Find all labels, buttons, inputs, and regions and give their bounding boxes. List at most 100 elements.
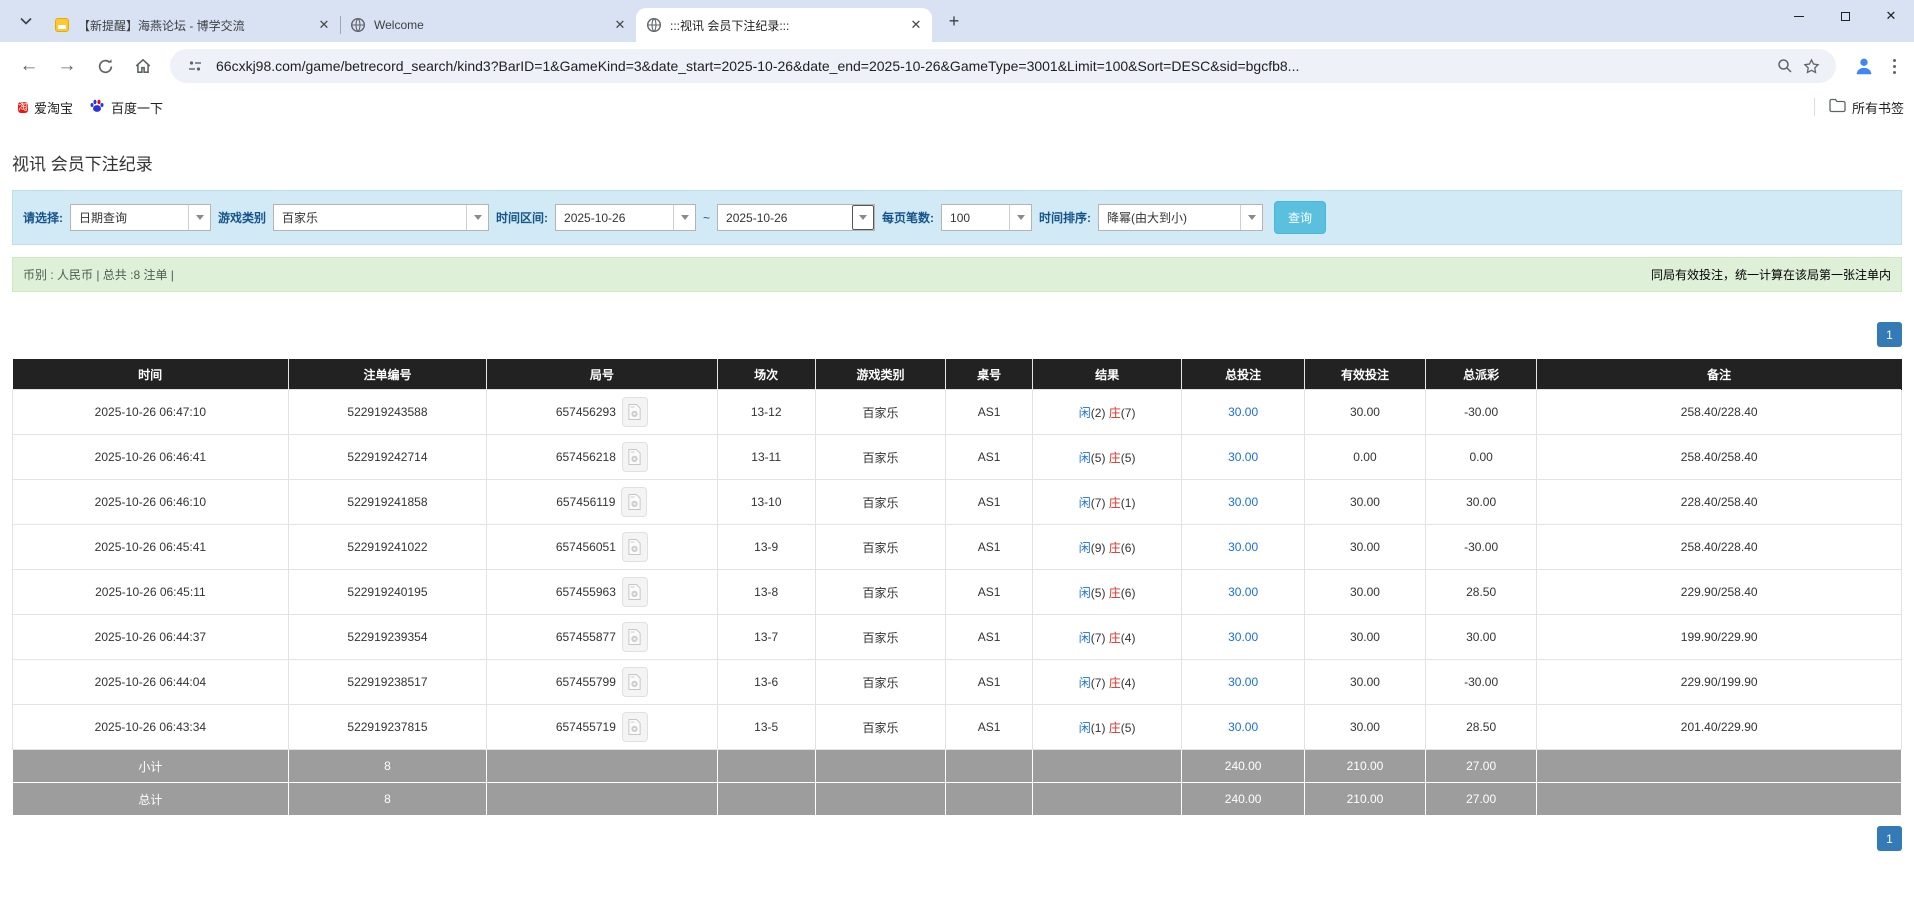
chevron-down-icon[interactable] — [1009, 205, 1031, 230]
tab-close-icon[interactable]: ✕ — [908, 17, 924, 33]
total-bet-link[interactable]: 30.00 — [1228, 405, 1258, 419]
total-bet-link[interactable]: 30.00 — [1228, 450, 1258, 464]
valid-bet-cell: 0.00 — [1305, 435, 1426, 480]
date-end-select[interactable]: 2025-10-26 — [717, 204, 875, 231]
home-icon[interactable] — [127, 50, 159, 82]
video-replay-icon[interactable] — [622, 667, 648, 697]
chevron-down-icon[interactable] — [852, 205, 874, 230]
total-bet-link[interactable]: 30.00 — [1228, 495, 1258, 509]
total-bet-link[interactable]: 30.00 — [1228, 720, 1258, 734]
page-title: 视讯 会员下注纪录 — [12, 150, 1902, 175]
new-tab-button[interactable]: + — [940, 7, 968, 35]
page-size-select[interactable]: 100 — [941, 204, 1032, 231]
bet-id-cell: 522919242714 — [288, 435, 486, 480]
video-replay-icon[interactable] — [622, 442, 648, 472]
total-bet-link[interactable]: 30.00 — [1228, 675, 1258, 689]
bookmarks-bar: 淘爱淘宝 百度一下 所有书签 — [0, 90, 1914, 124]
page-1-button[interactable]: 1 — [1877, 322, 1902, 347]
page-1-button[interactable]: 1 — [1877, 826, 1902, 851]
bet-id-cell: 522919240195 — [288, 570, 486, 615]
bookmark-label: 百度一下 — [111, 98, 163, 117]
result-cell: 闲(7) 庄(4) — [1033, 615, 1182, 660]
total-bet-link[interactable]: 30.00 — [1228, 585, 1258, 599]
chevron-down-icon[interactable] — [1240, 205, 1262, 230]
filter-panel: 请选择: 日期查询 游戏类别 百家乐 时间区间: 2025-10-26 ~ 20… — [12, 190, 1902, 245]
remark-cell: 229.90/258.40 — [1537, 570, 1902, 615]
round-number: 657456218 — [556, 450, 616, 464]
total-bet-link[interactable]: 30.00 — [1228, 630, 1258, 644]
bookmark-item-1[interactable]: 淘爱淘宝 — [10, 94, 81, 121]
game-type-cell: 百家乐 — [815, 660, 945, 705]
site-info-icon[interactable] — [182, 53, 208, 79]
tab-close-icon[interactable]: ✕ — [316, 17, 332, 33]
column-header: 有效投注 — [1305, 360, 1426, 390]
browser-tab-1[interactable]: 【新提醒】海燕论坛 - 博学交流✕ — [44, 8, 340, 42]
result-banker: 庄 — [1109, 631, 1121, 645]
result-banker-points: (1) — [1121, 496, 1136, 510]
query-type-select[interactable]: 日期查询 — [70, 204, 211, 231]
total-row-cell-5 — [946, 783, 1033, 816]
chevron-down-icon[interactable] — [188, 205, 210, 230]
subtotal-row-cell-8: 210.00 — [1305, 750, 1426, 783]
maximize-button[interactable] — [1822, 0, 1868, 32]
video-replay-icon[interactable] — [621, 487, 647, 517]
bookmark-star-icon[interactable] — [1798, 53, 1824, 79]
forward-icon[interactable]: → — [51, 50, 83, 82]
result-cell: 闲(7) 庄(1) — [1033, 480, 1182, 525]
tab-title: :::视讯 会员下注纪录::: — [670, 17, 908, 34]
table-number-cell: AS1 — [946, 660, 1033, 705]
video-replay-icon[interactable] — [622, 397, 648, 427]
browser-menu-icon[interactable] — [1892, 59, 1896, 74]
sort-select[interactable]: 降幂(由大到小) — [1098, 204, 1263, 231]
bookmark-label: 爱淘宝 — [34, 98, 73, 117]
tab-close-icon[interactable]: ✕ — [612, 17, 628, 33]
remark-cell: 258.40/228.40 — [1537, 525, 1902, 570]
result-player: 闲 — [1079, 721, 1091, 735]
back-icon[interactable]: ← — [13, 50, 45, 82]
reload-icon[interactable] — [89, 50, 121, 82]
chevron-down-icon[interactable] — [673, 205, 695, 230]
round-number: 657456051 — [556, 540, 616, 554]
video-replay-icon[interactable] — [622, 577, 648, 607]
bet-time-cell: 2025-10-26 06:45:41 — [13, 525, 289, 570]
column-header: 时间 — [13, 360, 289, 390]
result-player: 闲 — [1079, 406, 1091, 420]
video-replay-icon[interactable] — [622, 712, 648, 742]
video-replay-icon[interactable] — [622, 532, 648, 562]
total-bet-link[interactable]: 30.00 — [1228, 540, 1258, 554]
bet-records-table: 时间注单编号局号场次游戏类别桌号结果总投注有效投注总派彩备注 2025-10-2… — [12, 359, 1902, 816]
result-banker-points: (4) — [1121, 676, 1136, 690]
result-banker: 庄 — [1109, 721, 1121, 735]
column-header: 备注 — [1537, 360, 1902, 390]
game-type-select[interactable]: 百家乐 — [273, 204, 489, 231]
result-cell: 闲(9) 庄(6) — [1033, 525, 1182, 570]
browser-tab-2[interactable]: Welcome✕ — [340, 8, 636, 42]
subtotal-row-cell-0: 小计 — [13, 750, 289, 783]
all-bookmarks-label[interactable]: 所有书签 — [1852, 98, 1904, 117]
minimize-button[interactable] — [1776, 0, 1822, 32]
bet-time-cell: 2025-10-26 06:46:41 — [13, 435, 289, 480]
column-header: 结果 — [1033, 360, 1182, 390]
bookmark-item-2[interactable]: 百度一下 — [81, 94, 171, 121]
url-text[interactable]: 66cxkj98.com/game/betrecord_search/kind3… — [216, 58, 1772, 74]
date-start-select[interactable]: 2025-10-26 — [555, 204, 696, 231]
remark-cell: 258.40/228.40 — [1537, 390, 1902, 435]
profile-avatar-icon[interactable] — [1848, 50, 1880, 82]
mail-yellow-icon — [54, 17, 70, 33]
payout-cell: -30.00 — [1425, 390, 1536, 435]
tab-search-chevron-icon[interactable] — [12, 7, 40, 35]
summary-bar: 币别 : 人民币 | 总共 :8 注单 | 同局有效投注，统一计算在该局第一张注… — [12, 257, 1902, 292]
search-button[interactable]: 查询 — [1274, 201, 1326, 234]
result-banker: 庄 — [1109, 451, 1121, 465]
total-row: 总计8240.00210.0027.00 — [13, 783, 1902, 816]
round-number-cell: 657455719 — [487, 705, 717, 750]
video-replay-icon[interactable] — [622, 622, 648, 652]
address-bar[interactable]: 66cxkj98.com/game/betrecord_search/kind3… — [170, 49, 1836, 83]
close-button[interactable]: ✕ — [1868, 0, 1914, 32]
column-header: 局号 — [487, 360, 717, 390]
chevron-down-icon[interactable] — [466, 205, 488, 230]
table-row: 2025-10-26 06:46:41522919242714 657456218… — [13, 435, 1902, 480]
result-player: 闲 — [1079, 541, 1091, 555]
browser-tab-3[interactable]: :::视讯 会员下注纪录:::✕ — [636, 8, 932, 42]
zoom-icon[interactable] — [1772, 53, 1798, 79]
